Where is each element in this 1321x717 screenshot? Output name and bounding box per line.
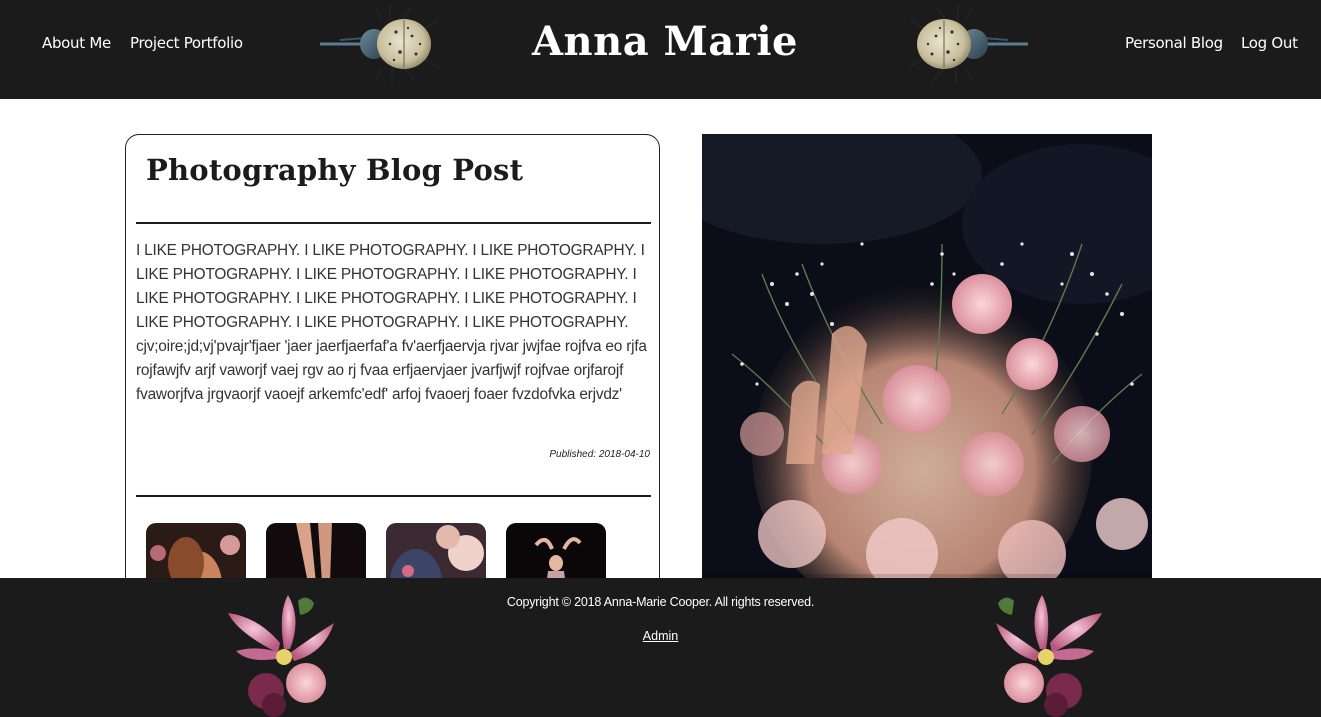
- post-title: Photography Blog Post: [146, 153, 524, 187]
- nav-log-out-link[interactable]: Log Out: [1241, 34, 1298, 52]
- hero-photo: [702, 134, 1152, 604]
- blog-post-card: Photography Blog Post I LIKE PHOTOGRAPHY…: [125, 134, 660, 606]
- nav-personal-blog-link[interactable]: Personal Blog: [1125, 34, 1223, 52]
- site-title: Anna Marie: [532, 18, 798, 65]
- flower-icon: [228, 595, 334, 717]
- nav-project-portfolio-link[interactable]: Project Portfolio: [130, 34, 243, 52]
- admin-link[interactable]: Admin: [0, 629, 1321, 643]
- nav-about-me-link[interactable]: About Me: [42, 34, 111, 52]
- gallery-divider: [136, 495, 651, 497]
- site-header: About Me Project Portfolio Anna Marie Pe…: [0, 0, 1321, 99]
- post-body: I LIKE PHOTOGRAPHY. I LIKE PHOTOGRAPHY. …: [136, 242, 647, 403]
- beetle-icon: [320, 4, 441, 84]
- site-footer: Copyright © 2018 Anna-Marie Cooper. All …: [0, 578, 1321, 717]
- flower-icon: [996, 595, 1102, 717]
- published-date: Published: 2018-04-10: [549, 449, 650, 460]
- copyright-text: Copyright © 2018 Anna-Marie Cooper. All …: [506, 595, 815, 609]
- title-divider: [136, 222, 651, 224]
- beetle-icon: [907, 4, 1028, 84]
